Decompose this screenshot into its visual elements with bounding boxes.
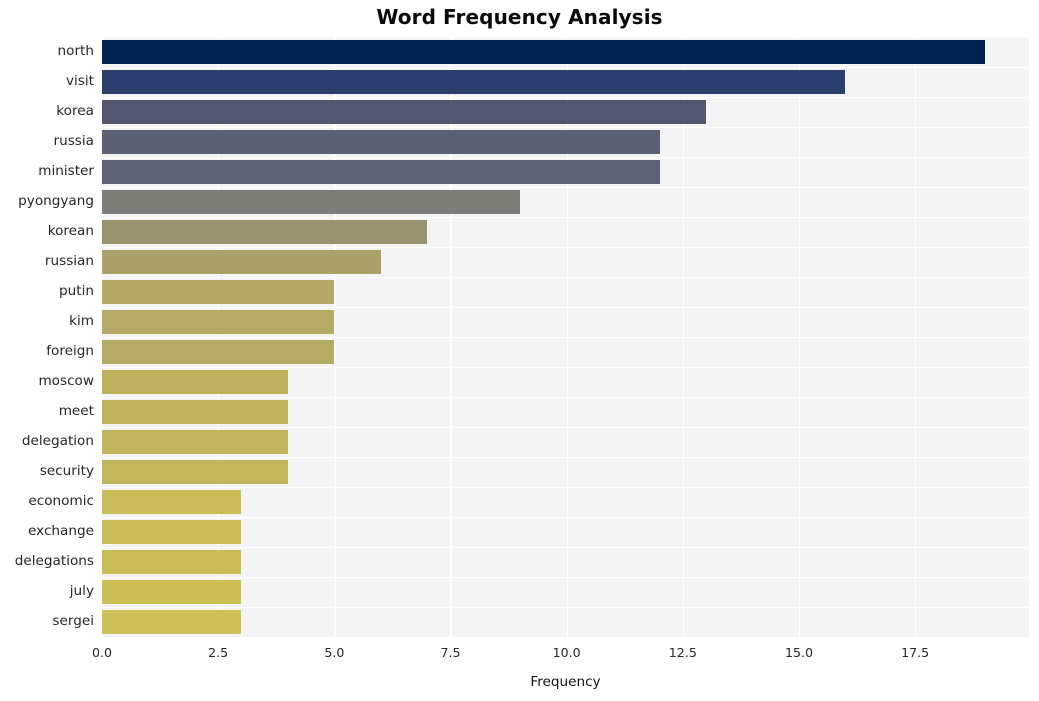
- bar-row: [102, 430, 1029, 454]
- chart-figure: Word Frequency Analysis north visit korea r…: [0, 0, 1039, 701]
- y-tick-label-kim: kim: [69, 313, 94, 329]
- bar-visit: [102, 70, 846, 94]
- bar-pyongyang: [102, 190, 521, 214]
- bar-north: [102, 40, 985, 64]
- bar-series: [102, 37, 1029, 637]
- bar-row: [102, 610, 1029, 634]
- bar-row: [102, 460, 1029, 484]
- x-tick-label: 2.5: [208, 645, 229, 660]
- y-tick-label-korea: korea: [56, 103, 94, 119]
- x-tick-label: 10.0: [552, 645, 581, 660]
- bar-exchange: [102, 520, 242, 544]
- y-tick-label-delegations: delegations: [14, 553, 94, 569]
- y-tick-label-russia: russia: [53, 133, 94, 149]
- y-tick-label-minister: minister: [38, 163, 94, 179]
- bar-july: [102, 580, 242, 604]
- y-tick-label-foreign: foreign: [46, 343, 94, 359]
- bar-row: [102, 580, 1029, 604]
- y-tick-label-meet: meet: [58, 403, 94, 419]
- y-tick-label-security: security: [39, 463, 94, 479]
- y-tick-label-exchange: exchange: [28, 523, 94, 539]
- bar-row: [102, 220, 1029, 244]
- bar-minister: [102, 160, 660, 184]
- bar-foreign: [102, 340, 335, 364]
- y-tick-label-north: north: [57, 43, 94, 59]
- x-axis-title: Frequency: [530, 674, 601, 690]
- bar-kim: [102, 310, 335, 334]
- bar-row: [102, 280, 1029, 304]
- bar-russia: [102, 130, 660, 154]
- bar-row: [102, 160, 1029, 184]
- chart-title: Word Frequency Analysis: [376, 5, 663, 29]
- bar-putin: [102, 280, 335, 304]
- bar-row: [102, 70, 1029, 94]
- x-axis-tick-labels: 0.0 2.5 5.0 7.5 10.0 12.5 15.0 17.5: [0, 645, 1039, 669]
- y-tick-label-korean: korean: [47, 223, 94, 239]
- bar-economic: [102, 490, 242, 514]
- y-tick-label-pyongyang: pyongyang: [18, 193, 94, 209]
- bar-row: [102, 130, 1029, 154]
- x-tick-label: 12.5: [668, 645, 697, 660]
- bar-security: [102, 460, 288, 484]
- bar-russian: [102, 250, 381, 274]
- y-axis-tick-labels: north visit korea russia minister pyongyang ko…: [0, 37, 94, 637]
- plot-area: [102, 37, 1029, 639]
- bar-row: [102, 490, 1029, 514]
- bar-row: [102, 310, 1029, 334]
- x-tick-label: 7.5: [440, 645, 461, 660]
- x-tick-label: 15.0: [784, 645, 814, 660]
- y-tick-label-economic: economic: [28, 493, 94, 509]
- bar-meet: [102, 400, 288, 424]
- x-tick-label: 5.0: [324, 645, 345, 660]
- bar-row: [102, 100, 1029, 124]
- y-tick-label-moscow: moscow: [38, 373, 94, 389]
- x-tick-label: 0.0: [91, 645, 113, 660]
- y-tick-label-russian: russian: [44, 253, 94, 269]
- y-tick-label-delegation: delegation: [21, 433, 94, 449]
- y-tick-label-july: july: [69, 583, 94, 599]
- bar-row: [102, 370, 1029, 394]
- bar-row: [102, 250, 1029, 274]
- bar-row: [102, 520, 1029, 544]
- y-tick-label-sergei: sergei: [52, 613, 94, 629]
- bar-delegations: [102, 550, 242, 574]
- x-tick-label: 17.5: [901, 645, 930, 660]
- bar-moscow: [102, 370, 288, 394]
- y-tick-label-visit: visit: [65, 73, 94, 89]
- bar-korea: [102, 100, 707, 124]
- gridline-horizontal: [102, 637, 1029, 639]
- bar-row: [102, 340, 1029, 364]
- bar-korean: [102, 220, 428, 244]
- bar-row: [102, 40, 1029, 64]
- bar-delegation: [102, 430, 288, 454]
- bar-row: [102, 400, 1029, 424]
- bar-sergei: [102, 610, 242, 634]
- bar-row: [102, 190, 1029, 214]
- y-tick-label-putin: putin: [59, 283, 94, 299]
- bar-row: [102, 550, 1029, 574]
